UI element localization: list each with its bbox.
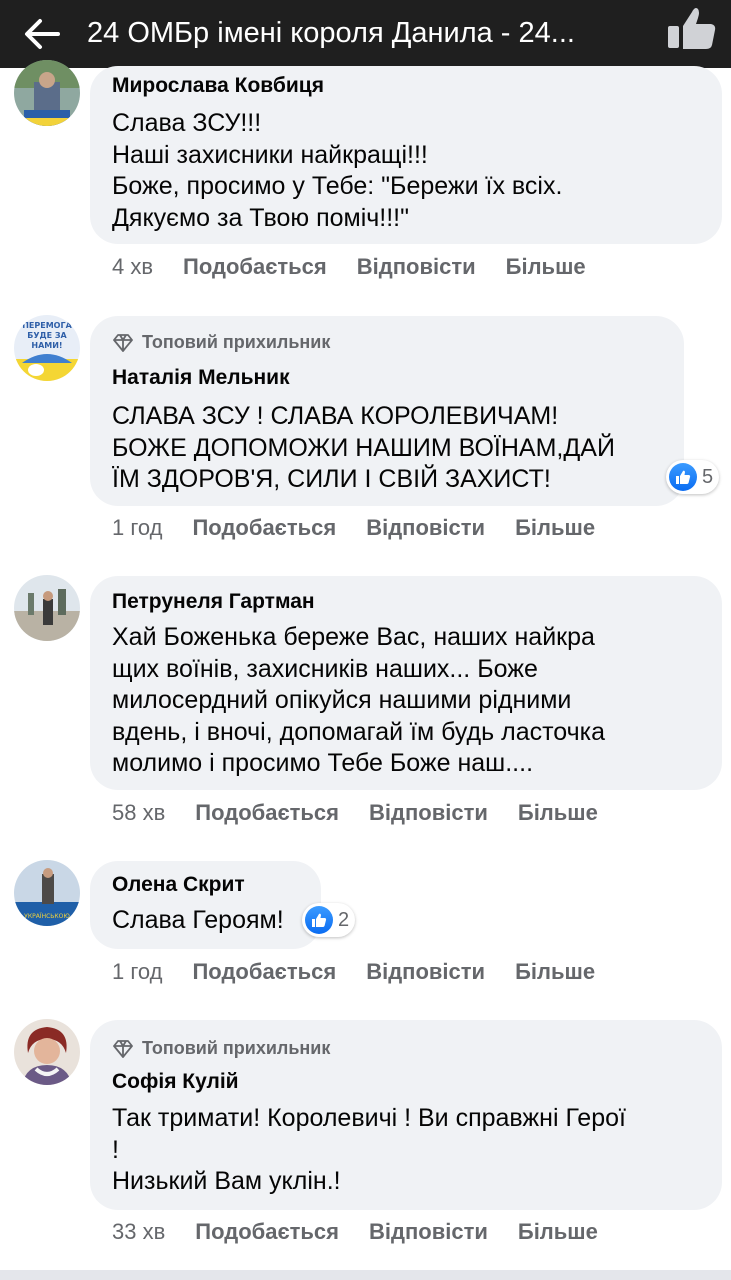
avatar-sign-text: БУДЕ ЗА (27, 331, 67, 340)
comment-actions: 33 хв Подобається Відповісти Більше (112, 1219, 628, 1245)
like-action[interactable]: Подобається (192, 515, 336, 541)
like-action[interactable]: Подобається (195, 800, 339, 826)
reaction-number: 2 (338, 908, 350, 931)
comment-author[interactable]: Мирослава Ковбиця (112, 74, 324, 98)
avatar-sign-text: ПЕРЕМОГА (22, 321, 72, 330)
avatar-sign-text: НАМИ! (31, 341, 62, 350)
comment-bubble: Топовий прихильник Наталія Мельник СЛАВА… (90, 316, 684, 506)
back-arrow-icon (25, 19, 60, 49)
top-fan-badge: Топовий прихильник (112, 332, 330, 353)
comment-bubble: Олена Скрит Слава Героям! (90, 861, 321, 949)
reaction-count[interactable]: 5 (666, 460, 720, 494)
avatar[interactable]: ПЕРЕМОГА БУДЕ ЗА НАМИ! (14, 315, 80, 381)
reply-action[interactable]: Відповісти (357, 254, 476, 280)
avatar[interactable]: УКРАЇНСЬКОЮ (14, 860, 80, 926)
top-fan-badge: Топовий прихильник (112, 1038, 330, 1059)
more-action[interactable]: Більше (518, 800, 598, 826)
like-action[interactable]: Подобається (183, 254, 327, 280)
more-action[interactable]: Більше (518, 1219, 598, 1245)
comment-actions: 4 хв Подобається Відповісти Більше (112, 254, 616, 280)
back-button[interactable] (18, 10, 66, 58)
comment-text: Так тримати! Королевичі ! Ви справжні Ге… (112, 1104, 626, 1195)
reply-action[interactable]: Відповісти (366, 959, 485, 985)
comment-text: СЛАВА ЗСУ ! СЛАВА КОРОЛЕВИЧАМ! БОЖЕ ДОПО… (112, 402, 615, 493)
comment-actions: 1 год Подобається Відповісти Більше (112, 515, 625, 541)
comment-time: 33 хв (112, 1219, 166, 1244)
comment-bubble: Петрунеля Гартман Хай Боженька береже Ва… (90, 576, 722, 790)
comment-actions: 58 хв Подобається Відповісти Більше (112, 800, 628, 826)
reply-action[interactable]: Відповісти (369, 1219, 488, 1245)
avatar-sign-text: УКРАЇНСЬКОЮ (24, 913, 70, 920)
more-action[interactable]: Більше (515, 515, 595, 541)
bottom-divider (0, 1270, 731, 1280)
more-action[interactable]: Більше (506, 254, 586, 280)
reply-action[interactable]: Відповісти (369, 800, 488, 826)
avatar[interactable] (14, 1019, 80, 1085)
comment-author[interactable]: Софія Кулій (112, 1070, 239, 1094)
comment-text: Слава Героям! (112, 906, 284, 934)
reaction-count[interactable]: 2 (302, 903, 356, 937)
comment-actions: 1 год Подобається Відповісти Більше (112, 959, 625, 985)
page-title: 24 ОМБр імені короля Данила - 24... (87, 17, 575, 49)
comment-text: Слава ЗСУ!!! Наші захисники найкращі!!! … (112, 109, 563, 232)
badge-label: Топовий прихильник (142, 332, 331, 352)
reply-action[interactable]: Відповісти (366, 515, 485, 541)
like-reaction-icon (669, 463, 697, 491)
comment-bubble: Мирослава Ковбиця Слава ЗСУ!!! Наші захи… (90, 66, 722, 244)
avatar[interactable] (14, 60, 80, 126)
like-action[interactable]: Подобається (192, 959, 336, 985)
comment-time: 58 хв (112, 800, 166, 825)
comment-author[interactable]: Олена Скрит (112, 873, 245, 897)
top-bar: 24 ОМБр імені короля Данила - 24... (0, 0, 731, 68)
more-action[interactable]: Більше (515, 959, 595, 985)
reaction-number: 5 (702, 465, 714, 488)
like-reaction-icon (305, 906, 333, 934)
diamond-icon (113, 333, 133, 352)
comment-time: 1 год (112, 515, 163, 540)
comment-author[interactable]: Наталія Мельник (112, 366, 290, 390)
page-like-button[interactable] (664, 4, 720, 56)
badge-label: Топовий прихильник (142, 1038, 331, 1058)
comment-bubble: Топовий прихильник Софія Кулій Так трима… (90, 1020, 722, 1210)
comment-text: Хай Боженька береже Вас, наших найкра щи… (112, 623, 606, 777)
diamond-icon (113, 1039, 133, 1058)
avatar[interactable] (14, 575, 80, 641)
like-action[interactable]: Подобається (195, 1219, 339, 1245)
comment-time: 4 хв (112, 254, 154, 279)
comment-author[interactable]: Петрунеля Гартман (112, 590, 315, 614)
comment-time: 1 год (112, 959, 163, 984)
thumbs-up-icon (668, 8, 716, 49)
